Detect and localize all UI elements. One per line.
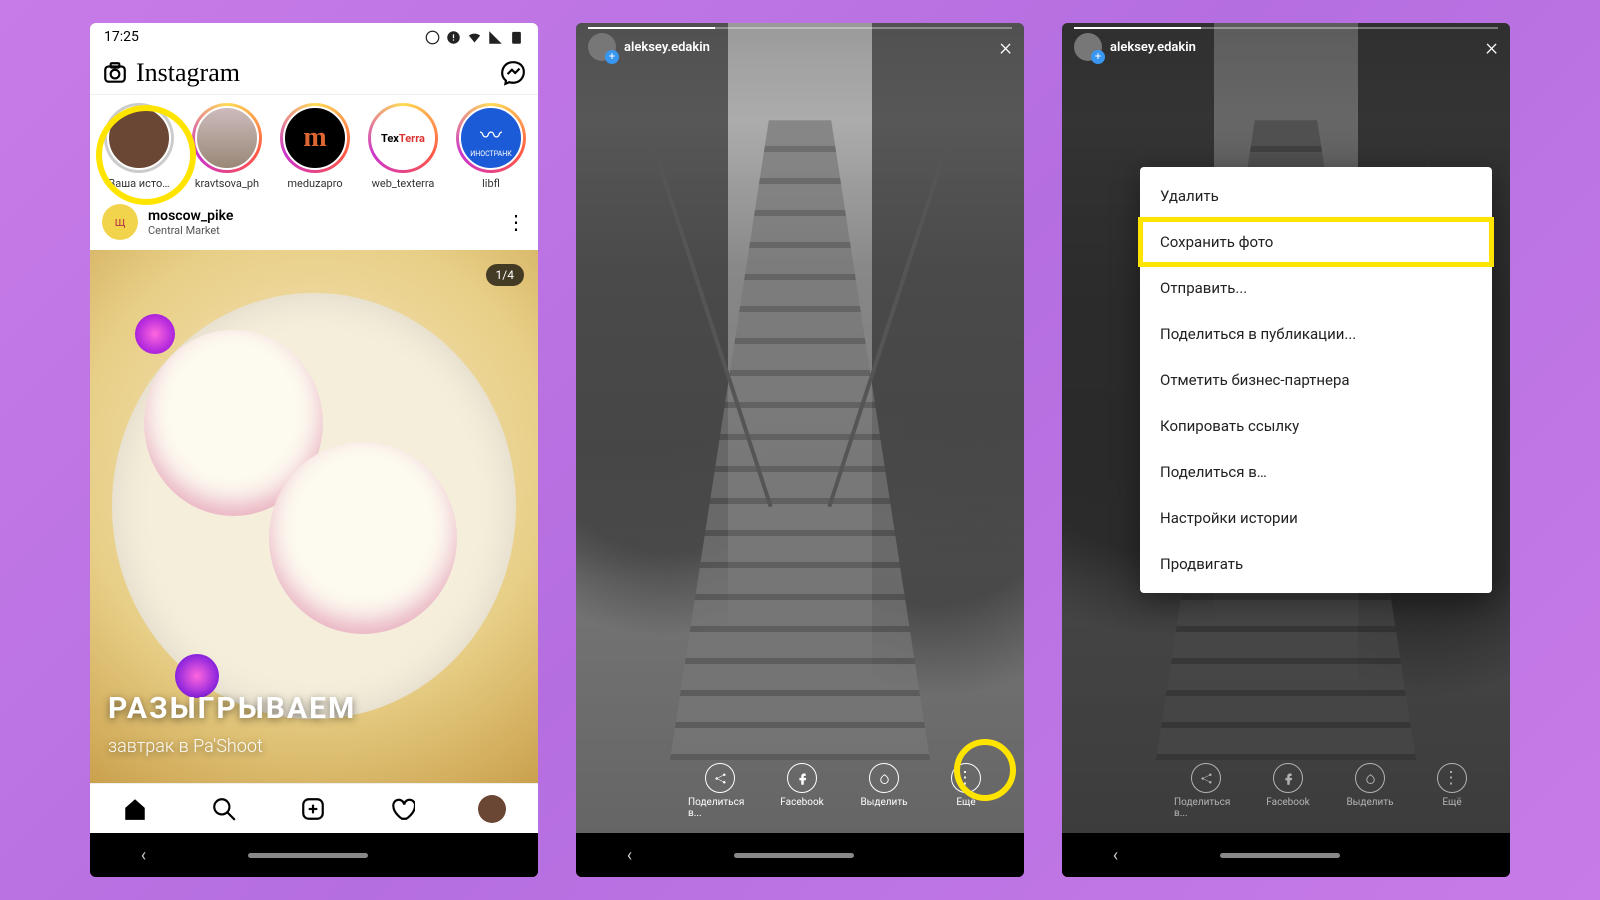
facebook-button[interactable]: Facebook [1256, 763, 1320, 819]
menu-item[interactable]: Отправить... [1140, 265, 1492, 311]
android-nav: ‹ [90, 833, 538, 877]
carousel-counter: 1/4 [486, 264, 524, 286]
back-icon[interactable]: ‹ [141, 845, 146, 866]
wifi-icon [467, 30, 482, 45]
camera-icon[interactable] [102, 60, 128, 86]
phone-story: + aleksey.edakin × Поделиться в... Faceb… [576, 23, 1024, 877]
story-more-menu: УдалитьСохранить фотоОтправить...Поделит… [1140, 167, 1492, 593]
new-post-icon[interactable] [300, 796, 326, 822]
share-button[interactable]: Поделиться в... [1174, 763, 1238, 819]
post-more-icon[interactable]: ⋮ [506, 210, 526, 234]
menu-item[interactable]: Продвигать [1140, 541, 1492, 587]
phone-feed: 17:25 Instagram Ваша исто… kravtsova_ [90, 23, 538, 877]
bottom-nav [90, 783, 538, 833]
status-time: 17:25 [104, 29, 139, 45]
post-avatar[interactable]: щ [102, 204, 138, 240]
post-location[interactable]: Central Market [148, 224, 233, 237]
post-caption-title: РАЗЫГРЫВАЕМ [108, 691, 356, 726]
menu-item[interactable]: Поделиться в публикации... [1140, 311, 1492, 357]
more-button[interactable]: ⋮Ещё [1420, 763, 1484, 819]
post-image[interactable]: 1/4 РАЗЫГРЫВАЕМ завтрак в Pa'Shoot [90, 250, 538, 783]
highlight-button[interactable]: Выделить [1338, 763, 1402, 819]
phone-story-menu: + aleksey.edakin × Поделиться в... Faceb… [1062, 23, 1510, 877]
signal-icon [488, 30, 503, 45]
android-nav: ‹ [1062, 833, 1510, 877]
story-avatar[interactable]: + [1074, 33, 1102, 61]
story-item[interactable]: m meduzapro [278, 103, 352, 190]
facebook-button[interactable]: Facebook [770, 763, 834, 819]
story-username[interactable]: aleksey.edakin [1110, 40, 1196, 55]
story-viewer[interactable]: + aleksey.edakin × Поделиться в... Faceb… [1062, 23, 1510, 833]
profile-icon[interactable] [478, 795, 506, 823]
dnd-icon [446, 30, 461, 45]
status-bar: 17:25 [90, 23, 538, 51]
home-pill[interactable] [1220, 853, 1340, 858]
home-icon[interactable] [122, 796, 148, 822]
story-header: + aleksey.edakin × [588, 33, 1012, 61]
search-icon[interactable] [211, 796, 237, 822]
menu-item[interactable]: Копировать ссылку [1140, 403, 1492, 449]
share-button[interactable]: Поделиться в... [688, 763, 752, 819]
close-icon[interactable]: × [1485, 33, 1498, 61]
home-pill[interactable] [734, 853, 854, 858]
battery-icon [509, 30, 524, 45]
activity-icon[interactable] [389, 796, 415, 822]
story-header: + aleksey.edakin × [1074, 33, 1498, 61]
story-avatar[interactable]: + [588, 33, 616, 61]
menu-item[interactable]: Отметить бизнес-партнера [1140, 357, 1492, 403]
story-item[interactable]: kravtsova_ph [190, 103, 264, 190]
story-actions: Поделиться в... Facebook Выделить ⋮Ещё [1062, 763, 1510, 819]
menu-item[interactable]: Сохранить фото [1140, 219, 1492, 265]
back-icon[interactable]: ‹ [1113, 845, 1118, 866]
menu-item[interactable]: Настройки истории [1140, 495, 1492, 541]
instagram-logo: Instagram [136, 58, 240, 88]
story-progress [1074, 27, 1498, 29]
post-username[interactable]: moscow_pike [148, 208, 233, 224]
menu-item[interactable]: Поделиться в… [1140, 449, 1492, 495]
story-item[interactable]: TexTerra web_texterra [366, 103, 440, 190]
menu-item[interactable]: Удалить [1140, 173, 1492, 219]
status-icons [425, 30, 524, 45]
plus-icon: + [605, 50, 619, 64]
story-viewer[interactable]: + aleksey.edakin × Поделиться в... Faceb… [576, 23, 1024, 833]
app-header: Instagram [90, 51, 538, 95]
tutorial-highlight [954, 739, 1016, 801]
tutorial-highlight [96, 105, 196, 205]
highlight-button[interactable]: Выделить [852, 763, 916, 819]
messenger-icon[interactable] [500, 60, 526, 86]
post-caption-sub: завтрак в Pa'Shoot [108, 736, 356, 757]
plus-icon: + [1091, 50, 1105, 64]
back-icon[interactable]: ‹ [627, 845, 632, 866]
story-username[interactable]: aleksey.edakin [624, 40, 710, 55]
story-progress [588, 27, 1012, 29]
home-pill[interactable] [248, 853, 368, 858]
close-icon[interactable]: × [999, 33, 1012, 61]
notif-icon [425, 30, 440, 45]
story-item[interactable]: 〰ИНОСТРАНК libfl [454, 103, 528, 190]
android-nav: ‹ [576, 833, 1024, 877]
